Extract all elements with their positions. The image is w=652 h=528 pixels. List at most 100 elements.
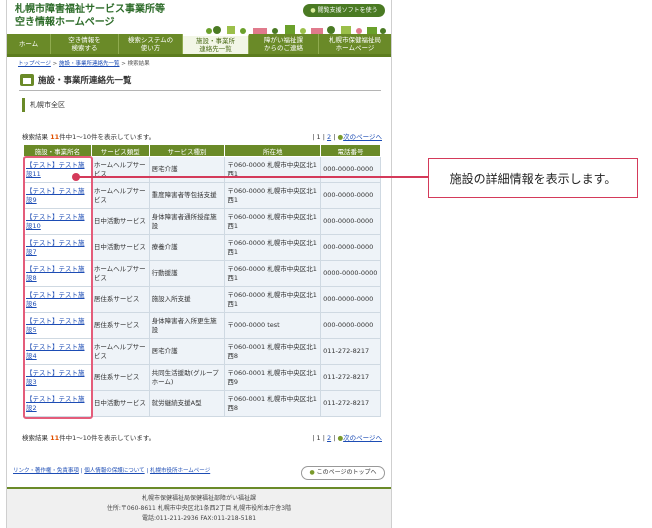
- nav-facility-contacts[interactable]: 施設・事業所 連絡先一覧: [183, 34, 249, 54]
- phone-cell: 000-0000-0000: [320, 156, 381, 183]
- service-kind-cell: 就労継続支援A型: [148, 390, 226, 417]
- breadcrumb-home[interactable]: トップページ: [18, 61, 51, 67]
- service-kind-cell: 療養介護: [148, 234, 226, 261]
- facility-name-link[interactable]: 【テスト】テスト施設5: [23, 312, 92, 339]
- footer-link-city-hall[interactable]: 札幌市役所ホームページ: [150, 468, 210, 474]
- address-cell: 〒060-0001 札幌市中央区北1西8: [224, 390, 322, 417]
- col-header-phone: 電話番号: [320, 144, 381, 157]
- nav-how-to-use[interactable]: 検索システムの 使い方: [119, 34, 183, 54]
- results-suffix: 件中1〜10件を表示しています。: [59, 133, 156, 141]
- footer-phone: 電話:011-211-2936 FAX:011-218-5181: [141, 515, 257, 522]
- callout-dot: [72, 173, 80, 181]
- facility-name-link[interactable]: 【テスト】テスト施設10: [23, 208, 92, 235]
- nav-label: 札幌市保健福祉局 ホームページ: [329, 36, 381, 52]
- results-summary-bottom: 検索結果 11件中1〜10件を表示しています。 | 1 | 2 | ●次のページ…: [22, 432, 382, 442]
- footer-dept: 札幌市保健福祉局保健福祉部障がい福祉課: [141, 495, 256, 502]
- facility-name-link[interactable]: 【テスト】テスト施設11: [23, 156, 92, 183]
- divider: [19, 90, 381, 91]
- results-summary-top: 検索結果 11件中1〜10件を表示しています。 | 1 | 2 | ●次のページ…: [22, 131, 382, 141]
- nav-label: ホーム: [18, 40, 39, 48]
- facility-name-link[interactable]: 【テスト】テスト施設6: [23, 286, 92, 313]
- facility-name-link[interactable]: 【テスト】テスト施設8: [23, 260, 92, 287]
- table-row: 【テスト】テスト施設2 日中活動サービス 就労継続支援A型 〒060-0001 札幌市…: [23, 390, 381, 417]
- table-row: 【テスト】テスト施設6 居住系サービス 施設入所支援 〒060-0000 札幌市中央区…: [23, 286, 381, 313]
- service-kind-cell: 身体障害者入所更生施設: [148, 312, 226, 339]
- nav-notices[interactable]: 障がい福祉課 からのご連絡: [249, 34, 319, 54]
- footer-link-copyright[interactable]: リンク・著作権・免責事項: [13, 468, 79, 474]
- back-to-top-button[interactable]: ● このページのトップへ: [301, 466, 385, 480]
- phone-cell: 000-0000-0000: [320, 286, 381, 313]
- facility-name-link[interactable]: 【テスト】テスト施設4: [23, 338, 92, 365]
- phone-cell: 0000-0000-0000: [320, 260, 381, 287]
- nav-search-vacancy[interactable]: 空き情報を 検索する: [51, 34, 119, 54]
- arrow-up-icon: ●: [309, 469, 315, 476]
- service-type-cell: 居住系サービス: [90, 312, 150, 339]
- breadcrumb-list[interactable]: 施設・事業所連絡先一覧: [59, 61, 120, 67]
- col-header-name: 施設・事業所名: [23, 144, 92, 157]
- site-title[interactable]: 札幌市障害福祉サービス事業所等 空き情報ホームページ: [15, 3, 165, 29]
- results-label: 検索結果: [22, 133, 48, 141]
- service-type-cell: 居住系サービス: [90, 364, 150, 391]
- breadcrumb-current: 検索結果: [127, 61, 150, 67]
- service-kind-cell: 重度障害者等包括支援: [148, 182, 226, 209]
- service-kind-cell: 居宅介護: [148, 338, 226, 365]
- phone-cell: 011-272-8217: [320, 364, 381, 391]
- address-cell: 〒060-0001 札幌市中央区北1西8: [224, 338, 322, 365]
- main-nav: ホーム 空き情報を 検索する 検索システムの 使い方 施設・事業所 連絡先一覧 …: [7, 34, 391, 57]
- service-type-cell: 日中活動サービス: [90, 390, 150, 417]
- phone-cell: 000-0000-0000: [320, 312, 381, 339]
- address-cell: 〒000-0000 test: [224, 312, 322, 339]
- service-type-cell: ホームヘルプサービス: [90, 156, 150, 183]
- service-kind-cell: 身体障害者通所授産施設: [148, 208, 226, 235]
- nav-label: 空き情報を 検索する: [68, 36, 101, 52]
- facility-name-link[interactable]: 【テスト】テスト施設2: [23, 390, 92, 417]
- website-frame: 札幌市障害福祉サービス事業所等 空き情報ホームページ ● 閲覧支援ソフトを使う …: [6, 0, 392, 528]
- nav-label: 障がい福祉課 からのご連絡: [264, 36, 303, 52]
- table-row: 【テスト】テスト施設5 居住系サービス 身体障害者入所更生施設 〒000-0000 t…: [23, 312, 381, 339]
- table-row: 【テスト】テスト施設8 ホームヘルプサービス 行動援護 〒060-0000 札幌市中央…: [23, 260, 381, 287]
- col-header-service-kind: サービス種別: [148, 144, 226, 157]
- site-title-line2: 空き情報ホームページ: [15, 17, 115, 28]
- facility-name-link[interactable]: 【テスト】テスト施設3: [23, 364, 92, 391]
- results-suffix: 件中1〜10件を表示しています。: [59, 434, 156, 442]
- table-row: 【テスト】テスト施設10 日中活動サービス 身体障害者通所授産施設 〒060-0000…: [23, 208, 381, 235]
- results-label: 検索結果: [22, 434, 48, 442]
- table-row: 【テスト】テスト施設3 居住系サービス 共同生活援助(グループホーム) 〒060-00…: [23, 364, 381, 391]
- service-kind-cell: 行動援護: [148, 260, 226, 287]
- address-cell: 〒060-0000 札幌市中央区北1西1: [224, 208, 322, 235]
- table-row: 【テスト】テスト施設4 ホームヘルプサービス 居宅介護 〒060-0001 札幌市中央…: [23, 338, 381, 365]
- results-count-text: 検索結果 11件中1〜10件を表示しています。: [22, 432, 155, 442]
- nav-home[interactable]: ホーム: [7, 34, 51, 54]
- results-count-text: 検索結果 11件中1〜10件を表示しています。: [22, 131, 155, 141]
- footer-link-privacy[interactable]: 個人情報の保護について: [84, 468, 144, 474]
- table-header-row: 施設・事業所名 サービス類型 サービス種別 所在地 電話番号: [23, 144, 381, 157]
- page-2-link[interactable]: 2: [327, 434, 331, 442]
- col-header-address: 所在地: [224, 144, 322, 157]
- assist-software-button[interactable]: ● 閲覧支援ソフトを使う: [303, 4, 385, 17]
- table-row: 【テスト】テスト施設9 ホームヘルプサービス 重度障害者等包括支援 〒060-0000…: [23, 182, 381, 209]
- pager: | 1 | 2 | ●次のページへ: [312, 434, 382, 442]
- nav-welfare-bureau[interactable]: 札幌市保健福祉局 ホームページ: [319, 34, 391, 54]
- results-count: 11: [50, 434, 60, 442]
- site-title-line1: 札幌市障害福祉サービス事業所等: [15, 4, 165, 15]
- facility-name-link[interactable]: 【テスト】テスト施設7: [23, 234, 92, 261]
- service-type-cell: 日中活動サービス: [90, 234, 150, 261]
- next-page-link[interactable]: 次のページへ: [343, 434, 382, 442]
- town-illustration: [206, 25, 386, 34]
- footer-links: リンク・著作権・免責事項 | 個人情報の保護について | 札幌市役所ホームページ: [13, 468, 211, 474]
- nav-label: 検索システムの 使い方: [127, 36, 174, 52]
- service-type-cell: ホームヘルプサービス: [90, 338, 150, 365]
- page-1: 1: [316, 434, 321, 442]
- phone-cell: 000-0000-0000: [320, 234, 381, 261]
- page-2-link[interactable]: 2: [327, 133, 331, 141]
- next-page-link[interactable]: 次のページへ: [343, 133, 382, 141]
- facility-name-link[interactable]: 【テスト】テスト施設9: [23, 182, 92, 209]
- site-header: 札幌市障害福祉サービス事業所等 空き情報ホームページ ● 閲覧支援ソフトを使う: [7, 0, 391, 34]
- service-type-cell: ホームヘルプサービス: [90, 260, 150, 287]
- address-cell: 〒060-0000 札幌市中央区北1西1: [224, 234, 322, 261]
- annotation-callout: 施設の詳細情報を表示します。: [428, 158, 638, 198]
- address-cell: 〒060-0000 札幌市中央区北1西1: [224, 286, 322, 313]
- phone-cell: 011-272-8217: [320, 390, 381, 417]
- page-title: 施設・事業所連絡先一覧: [20, 73, 132, 87]
- service-kind-cell: 施設入所支援: [148, 286, 226, 313]
